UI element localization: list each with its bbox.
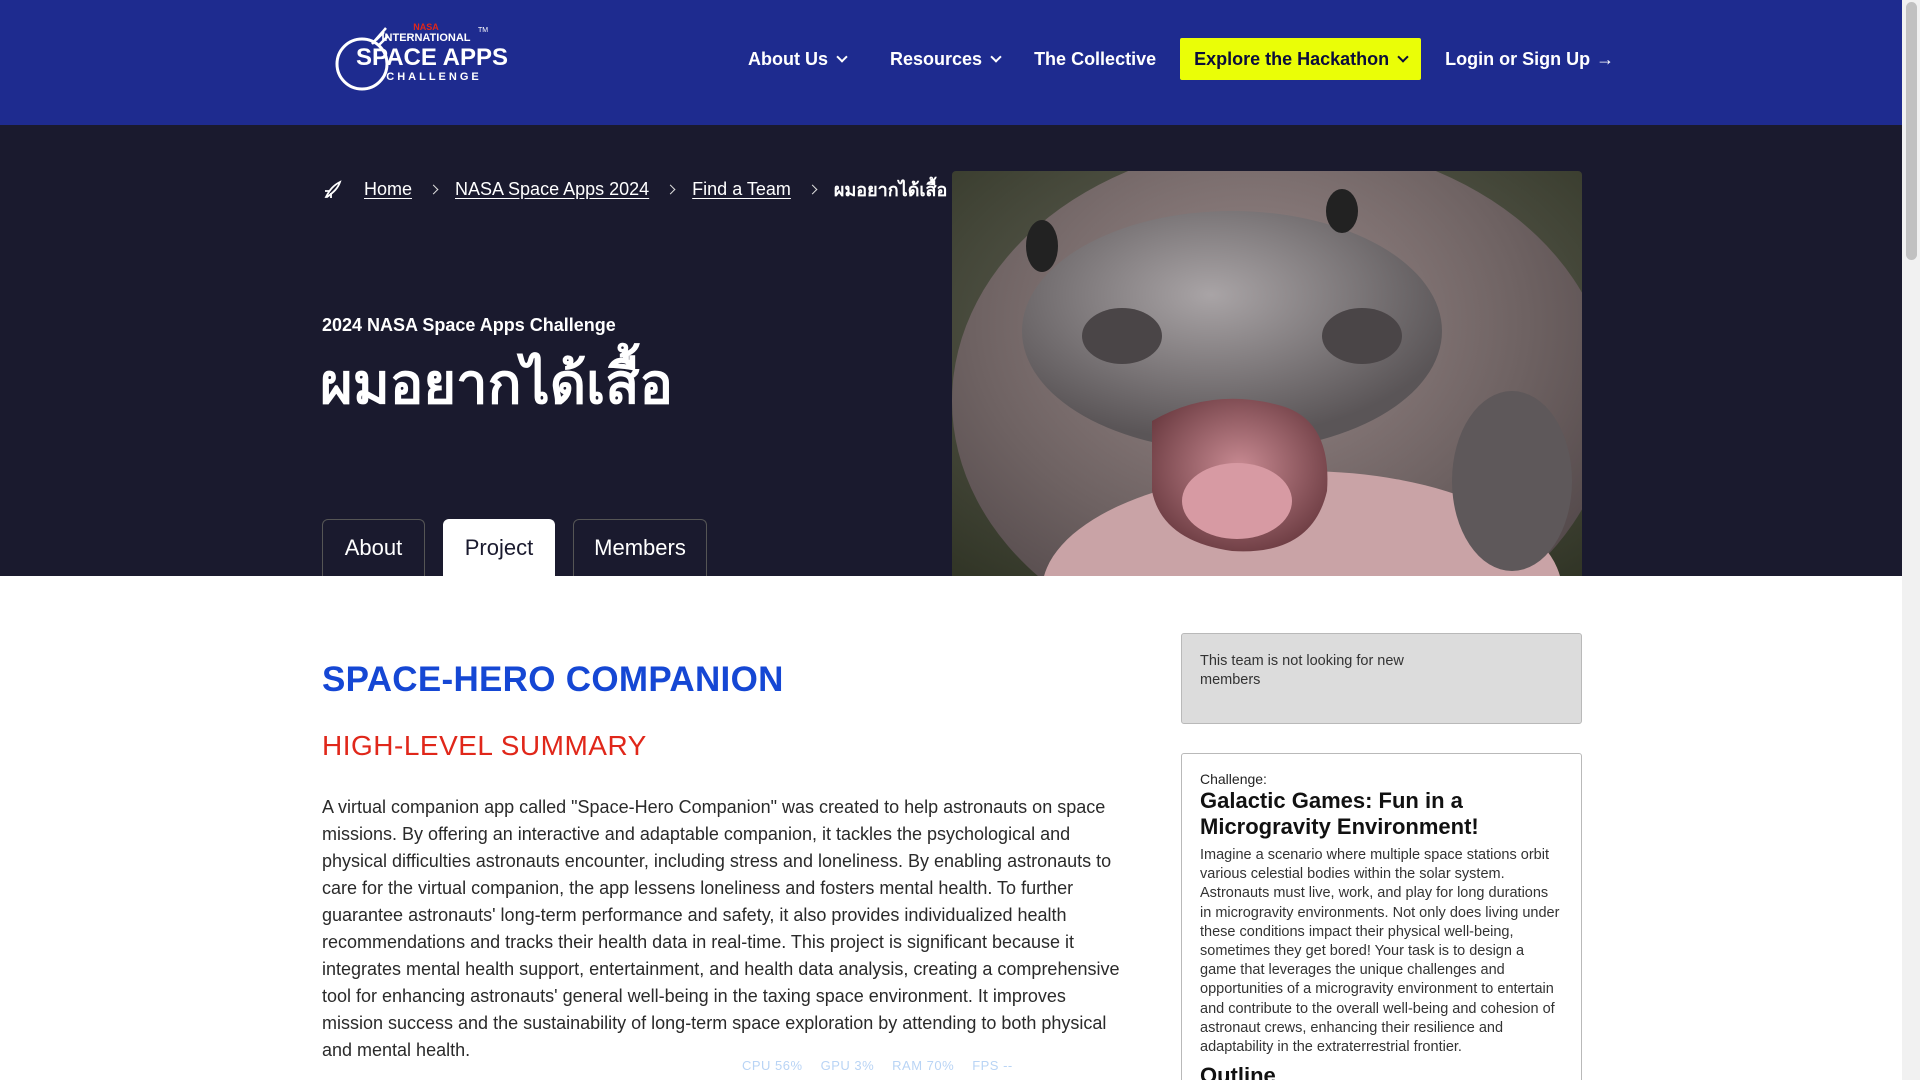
summary-heading: HIGH-LEVEL SUMMARY [322, 730, 647, 761]
performance-overlay: CPU 56% GPU 3% RAM 70% FPS -- [742, 1058, 1013, 1073]
breadcrumb-find-team[interactable]: Find a Team [692, 179, 791, 200]
team-title: ผมอยากได้เสื้อ [320, 352, 674, 417]
team-photo [952, 171, 1582, 576]
tab-members[interactable]: Members [573, 519, 707, 576]
nav-collective-label: The Collective [1034, 48, 1157, 69]
breadcrumb-event[interactable]: NASA Space Apps 2024 [455, 179, 649, 200]
chevron-right-icon [428, 184, 439, 195]
team-status-text: This team is not looking for new members [1200, 653, 1404, 688]
login-signup-label: Login or Sign Up [1445, 48, 1591, 69]
svg-text:INTERNATIONAL: INTERNATIONAL [381, 32, 470, 44]
nav-about-us-label: About Us [748, 48, 828, 69]
breadcrumb: Home NASA Space Apps 2024 Find a Team ผม… [322, 175, 947, 204]
rocket-icon [324, 179, 342, 198]
tab-about[interactable]: About [322, 519, 425, 576]
chevron-down-icon [990, 51, 1002, 63]
project-title: SPACE-HERO COMPANION [322, 660, 784, 699]
nav-the-collective[interactable]: The Collective [1034, 49, 1156, 70]
perf-cpu: CPU 56% [742, 1058, 803, 1073]
challenge-description: Imagine a scenario where multiple space … [1200, 847, 1560, 1056]
team-hero: Home NASA Space Apps 2024 Find a Team ผม… [0, 125, 1902, 576]
outline-heading: Outline [1200, 1063, 1276, 1080]
main-nav: About Us Resources The Collective Explor… [748, 38, 1614, 80]
challenge-label: Challenge: [1200, 771, 1267, 787]
chevron-down-icon [836, 51, 848, 63]
chevron-right-icon [807, 184, 818, 195]
perf-ram: RAM 70% [892, 1058, 955, 1073]
svg-text:TM: TM [478, 27, 488, 34]
nav-about-us[interactable]: About Us [748, 48, 848, 70]
svg-text:CHALLENGE: CHALLENGE [386, 71, 481, 83]
svg-text:NASA: NASA [413, 22, 439, 32]
space-apps-logo[interactable]: NASA INTERNATIONAL SPACE APPS CHALLENGE … [328, 18, 528, 94]
perf-gpu: GPU 3% [820, 1058, 875, 1073]
site-header: NASA INTERNATIONAL SPACE APPS CHALLENGE … [0, 0, 1902, 125]
login-signup-link[interactable]: Login or Sign Up → [1445, 49, 1614, 70]
perf-fps: FPS -- [972, 1058, 1013, 1073]
chevron-right-icon [665, 184, 676, 195]
challenge-title[interactable]: Galactic Games: Fun in a Microgravity En… [1200, 788, 1563, 840]
explore-hackathon-button[interactable]: Explore the Hackathon [1180, 38, 1422, 80]
svg-text:SPACE APPS: SPACE APPS [356, 44, 508, 71]
event-eyebrow: 2024 NASA Space Apps Challenge [322, 315, 616, 335]
arrow-right-icon: → [1596, 48, 1615, 69]
chevron-down-icon [1397, 51, 1409, 63]
project-summary: A virtual companion app called "Space-He… [322, 797, 1120, 1060]
tab-project[interactable]: Project [443, 519, 555, 576]
scrollbar-thumb[interactable] [1906, 2, 1917, 260]
nav-resources[interactable]: Resources [890, 48, 1002, 70]
team-status-box: This team is not looking for new members [1181, 633, 1582, 724]
team-tabs: About Project Members [322, 519, 725, 576]
page-scrollbar[interactable] [1902, 0, 1920, 1080]
challenge-card: Challenge: Galactic Games: Fun in a Micr… [1181, 753, 1582, 1080]
nav-resources-label: Resources [890, 48, 983, 69]
breadcrumb-home[interactable]: Home [364, 179, 412, 200]
breadcrumb-current: ผมอยากได้เสื้อ [833, 180, 948, 200]
explore-hackathon-label: Explore the Hackathon [1194, 48, 1390, 69]
